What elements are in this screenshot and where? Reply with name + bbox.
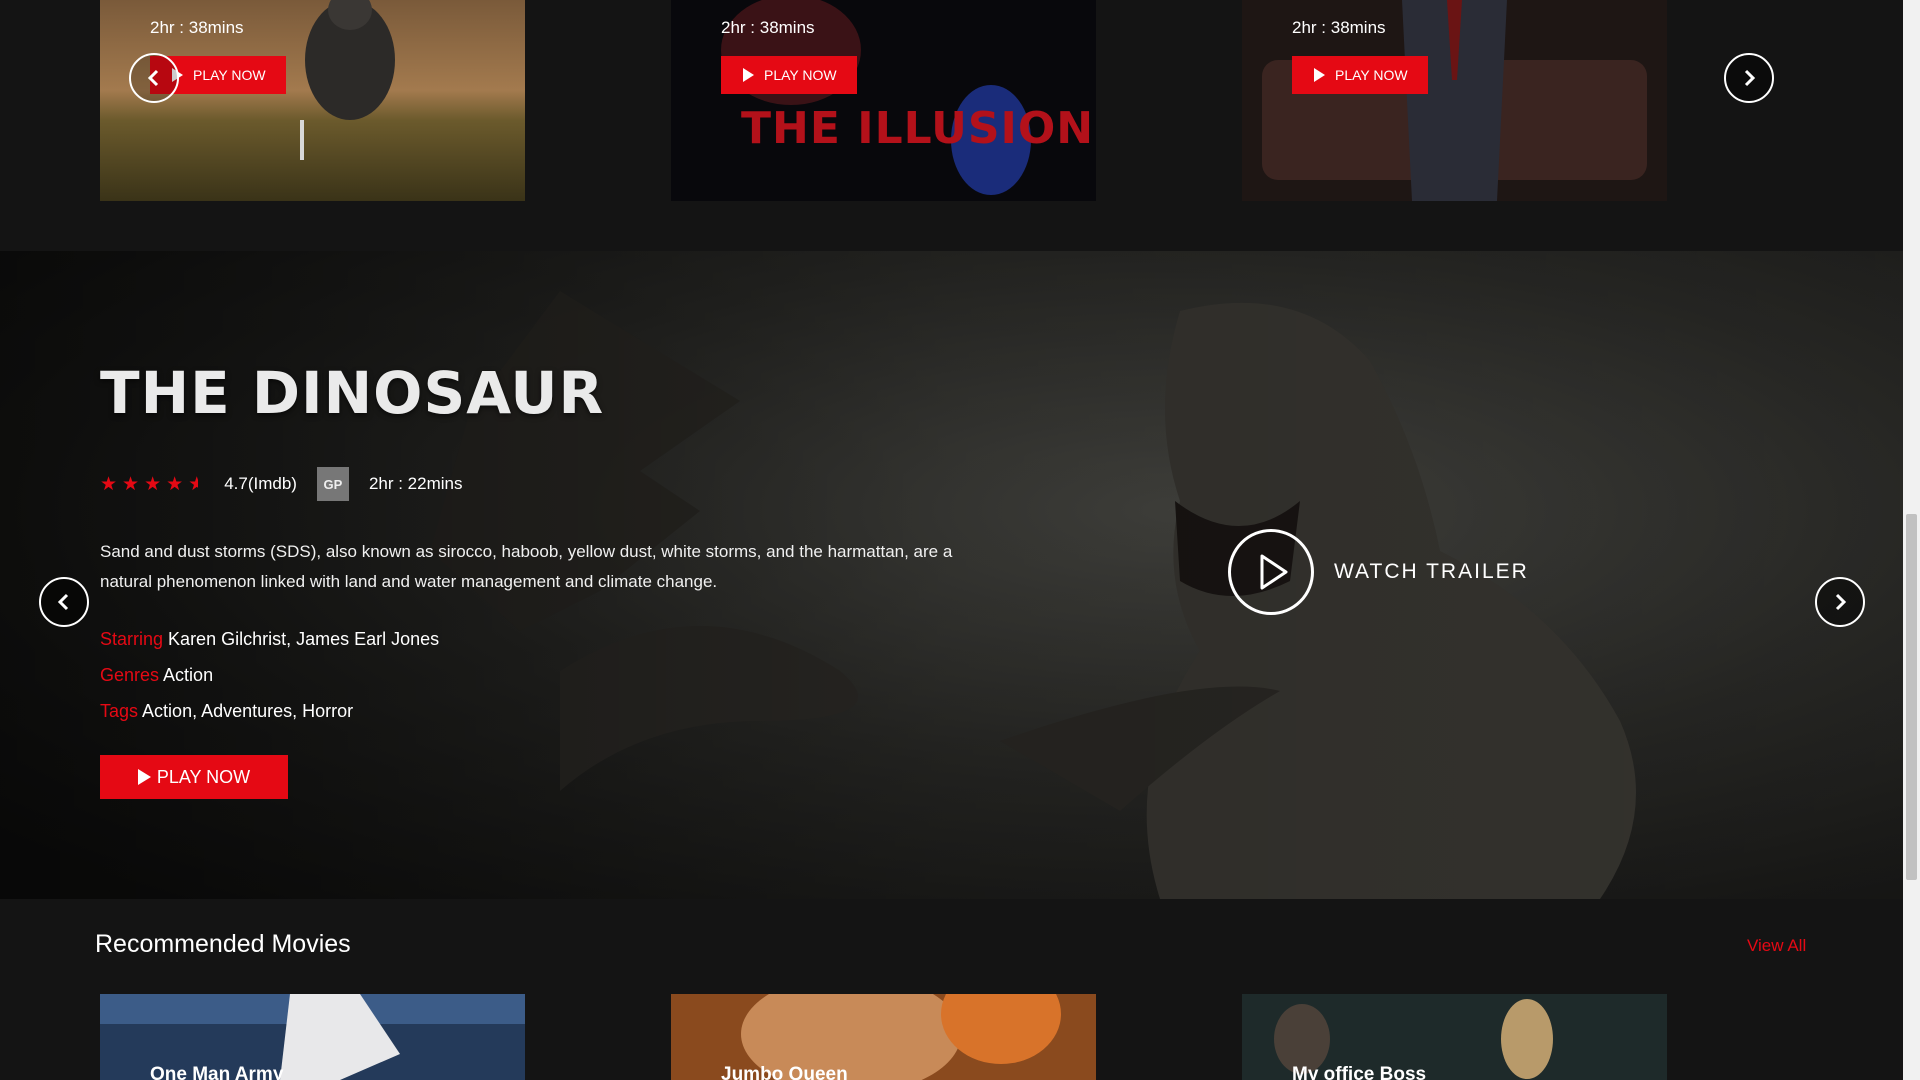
- rating-row: ★ ★ ★ ★ ★ 4.7(Imdb) GP 2hr : 22mins: [100, 467, 462, 501]
- rating-stars: ★ ★ ★ ★ ★: [100, 475, 198, 494]
- hero-play-label: PLAY NOW: [156, 766, 251, 787]
- movie-card-2[interactable]: THE ILLUSION 2hr : 38mins PLAY NOW: [671, 0, 1096, 201]
- starring-row: Starring Karen Gilchrist, James Earl Jon…: [100, 629, 439, 650]
- starring-value: Karen Gilchrist, James Earl Jones: [168, 629, 440, 649]
- tags-row: Tags Action, Adventures, Horror: [100, 701, 353, 722]
- watch-trailer-label: WATCH TRAILER: [1334, 560, 1529, 583]
- carousel-next-button[interactable]: [1724, 53, 1774, 103]
- card-art-text: THE ILLUSION: [741, 103, 1095, 154]
- carousel-prev-button[interactable]: [129, 53, 179, 103]
- hero-next-button[interactable]: [1815, 577, 1865, 627]
- view-all-link[interactable]: View All: [1747, 936, 1806, 956]
- card-duration: 2hr : 38mins: [721, 18, 815, 37]
- certificate-badge: GP: [316, 467, 349, 501]
- recommended-card-1[interactable]: One Man Army: [100, 994, 525, 1080]
- hero-play-now-button[interactable]: PLAY NOW: [100, 755, 288, 799]
- chevron-left-icon: [147, 69, 159, 87]
- hero-title: THE DINOSAUR: [100, 359, 605, 427]
- chevron-right-icon: [1835, 593, 1847, 611]
- half-star-icon: ★: [188, 474, 199, 494]
- chevron-left-icon: [57, 593, 69, 611]
- page-scrollbar[interactable]: [1903, 0, 1920, 1080]
- star-icon: ★: [122, 473, 140, 495]
- play-now-label: PLAY NOW: [193, 67, 266, 83]
- play-now-label: PLAY NOW: [764, 67, 837, 83]
- watch-trailer-button[interactable]: WATCH TRAILER: [1228, 529, 1529, 615]
- recommended-card-2[interactable]: Jumbo Queen: [671, 994, 1096, 1080]
- card-duration: 2hr : 38mins: [150, 18, 244, 37]
- recommended-card-3[interactable]: My office Boss: [1242, 994, 1667, 1080]
- hero-description: Sand and dust storms (SDS), also known a…: [100, 542, 953, 591]
- movie-card-3[interactable]: 2hr : 38mins PLAY NOW: [1242, 0, 1667, 201]
- recommended-name: My office Boss: [1292, 1064, 1427, 1080]
- hero-banner: THE DINOSAUR ★ ★ ★ ★ ★ 4.7(Imdb) GP 2hr …: [0, 251, 1903, 899]
- play-icon: [137, 769, 151, 785]
- play-now-label: PLAY NOW: [1335, 67, 1408, 83]
- chevron-right-icon: [1744, 69, 1756, 87]
- star-icon: ★: [166, 473, 184, 495]
- top-carousel: 2hr : 38mins PLAY NOW THE ILLUSION 2hr :…: [0, 0, 1903, 251]
- rating-value: 4.7(Imdb): [224, 474, 297, 493]
- play-now-button[interactable]: PLAY NOW: [721, 56, 857, 94]
- tags-value: Action, Adventures, Horror: [142, 701, 354, 721]
- play-circle-icon: [1228, 529, 1314, 615]
- hero-prev-button[interactable]: [39, 577, 89, 627]
- recommended-title: Recommended Movies: [95, 930, 351, 958]
- genres-label: Genres: [100, 665, 160, 685]
- play-icon: [1314, 68, 1325, 82]
- genres-row: Genres Action: [100, 665, 213, 686]
- hero-duration: 2hr : 22mins: [368, 474, 463, 493]
- starring-label: Starring: [100, 629, 164, 649]
- scrollbar-thumb[interactable]: [1906, 514, 1917, 880]
- play-icon: [743, 68, 754, 82]
- genres-value: Action: [163, 665, 214, 685]
- play-now-button[interactable]: PLAY NOW: [1292, 56, 1428, 94]
- card-duration: 2hr : 38mins: [1292, 18, 1386, 37]
- recommended-name: One Man Army: [150, 1064, 284, 1080]
- star-icon: ★: [100, 473, 118, 495]
- star-icon: ★: [144, 473, 162, 495]
- recommended-name: Jumbo Queen: [721, 1064, 848, 1080]
- tags-label: Tags: [100, 701, 139, 721]
